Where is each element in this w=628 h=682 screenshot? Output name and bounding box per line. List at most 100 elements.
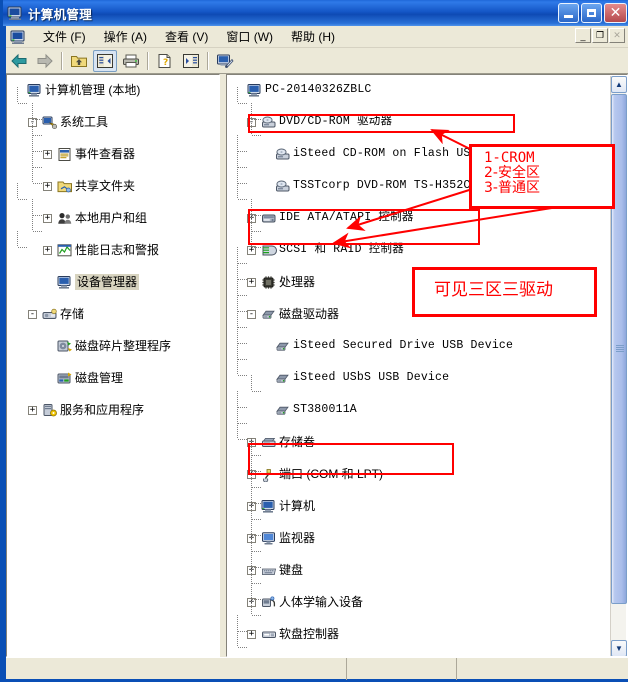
forward-button[interactable] bbox=[33, 50, 57, 72]
print-button[interactable] bbox=[119, 50, 143, 72]
tree-connector bbox=[252, 231, 261, 232]
tree-node[interactable]: 计算机管理 (本地) bbox=[7, 82, 219, 98]
detail-pane-button[interactable] bbox=[179, 50, 203, 72]
scrollbar-grip bbox=[616, 345, 624, 353]
console-tree[interactable]: 计算机管理 (本地)-系统工具+事件查看器+共享文件夹+本地用户和组+性能日志和… bbox=[7, 75, 219, 417]
scroll-up-button[interactable]: ▲ bbox=[611, 76, 627, 93]
back-icon bbox=[11, 53, 27, 68]
tree-connector bbox=[18, 103, 28, 104]
tree-expander-collapse[interactable]: - bbox=[247, 310, 256, 319]
tree-expander-expand[interactable]: + bbox=[43, 214, 52, 223]
tree-node[interactable]: + 性能日志和警报 bbox=[7, 242, 219, 258]
tree-expander-expand[interactable]: + bbox=[43, 150, 52, 159]
tree-node[interactable]: +人体学输入设备 bbox=[227, 594, 627, 610]
shared-folder-icon bbox=[57, 179, 73, 193]
tree-node-label: 磁盘碎片整理程序 bbox=[75, 339, 172, 353]
console-icon bbox=[10, 29, 26, 45]
tree-node-label: 服务和应用程序 bbox=[60, 403, 145, 417]
menu-window[interactable]: 窗口 (W) bbox=[217, 26, 282, 47]
tree-node[interactable]: + 共享文件夹 bbox=[7, 178, 219, 194]
tree-node[interactable]: + 软盘控制器 bbox=[227, 626, 627, 642]
tree-node[interactable]: PC-20140326ZBLC bbox=[227, 82, 627, 98]
menu-view[interactable]: 查看 (V) bbox=[156, 26, 217, 47]
tree-node[interactable]: iSteed CD-ROM on Flash USB Device bbox=[227, 146, 627, 162]
tree-connector bbox=[32, 135, 33, 151]
scan-hardware-button[interactable] bbox=[213, 50, 237, 72]
tree-connector bbox=[238, 279, 247, 280]
close-button[interactable]: ✕ bbox=[604, 3, 627, 23]
tree-node[interactable]: - 存储 bbox=[7, 306, 219, 322]
disk-icon bbox=[275, 371, 291, 385]
mdi-close-button[interactable]: ✕ bbox=[609, 28, 625, 43]
tree-node-label: iSteed USbS USB Device bbox=[293, 371, 450, 384]
up-folder-button[interactable] bbox=[67, 50, 91, 72]
mdi-restore-button[interactable]: ❐ bbox=[592, 28, 608, 43]
tree-node[interactable]: + 事件查看器 bbox=[7, 146, 219, 162]
menu-file[interactable]: 文件 (F) bbox=[34, 26, 95, 47]
back-button[interactable] bbox=[7, 50, 31, 72]
device-tree[interactable]: PC-20140326ZBLC -DVD/CD-ROM 驱动器 iSteed CD-… bbox=[227, 75, 627, 654]
tree-expander-expand[interactable]: + bbox=[247, 278, 256, 287]
tree-expander-expand[interactable]: + bbox=[43, 246, 52, 255]
tree-expander-expand[interactable]: + bbox=[247, 630, 256, 639]
print-icon bbox=[123, 54, 139, 67]
tree-node[interactable]: 设备管理器 bbox=[7, 274, 219, 290]
tree-node[interactable]: +IDE ATA/ATAPI 控制器 bbox=[227, 210, 627, 226]
tree-node[interactable]: 磁盘管理 bbox=[7, 370, 219, 386]
tree-node[interactable]: +存储卷 bbox=[227, 434, 627, 450]
tree-node[interactable]: - 磁盘驱动器 bbox=[227, 306, 627, 322]
tree-node[interactable]: +监视器 bbox=[227, 530, 627, 546]
device-manager-icon bbox=[57, 275, 73, 289]
tree-connector bbox=[32, 103, 33, 119]
show-tree-button[interactable] bbox=[93, 49, 117, 72]
vertical-scrollbar[interactable]: ▲ ▼ bbox=[610, 76, 627, 656]
tree-connector bbox=[251, 199, 252, 215]
tree-node[interactable]: +键盘 bbox=[227, 562, 627, 578]
properties-icon: ? bbox=[158, 53, 171, 68]
mdi-minimize-button[interactable]: _ bbox=[575, 28, 591, 43]
tree-node[interactable]: iSteed Secured Drive USB Device bbox=[227, 338, 627, 354]
maximize-button[interactable] bbox=[581, 3, 602, 23]
scrollbar-thumb[interactable] bbox=[611, 94, 627, 604]
tree-expander-collapse[interactable]: - bbox=[28, 310, 37, 319]
tree-node[interactable]: + SCSI 和 RAID 控制器 bbox=[227, 242, 627, 258]
tree-node-label: IDE ATA/ATAPI 控制器 bbox=[279, 211, 414, 224]
tree-connector bbox=[18, 247, 28, 248]
tree-connector bbox=[251, 231, 252, 247]
tree-node[interactable]: iSteed USbS USB Device bbox=[227, 370, 627, 386]
tree-node[interactable]: 磁盘碎片整理程序 bbox=[7, 338, 219, 354]
tree-connector bbox=[32, 215, 33, 231]
tree-node-label: 系统工具 bbox=[60, 115, 109, 129]
tree-node[interactable]: + 处理器 bbox=[227, 274, 627, 290]
menu-help[interactable]: 帮助 (H) bbox=[282, 26, 344, 47]
tree-node[interactable]: + 本地用户和组 bbox=[7, 210, 219, 226]
svg-text:?: ? bbox=[163, 58, 168, 68]
tree-connector bbox=[251, 215, 252, 231]
minimize-icon bbox=[564, 14, 573, 18]
console-tree-pane[interactable]: 计算机管理 (本地)-系统工具+事件查看器+共享文件夹+本地用户和组+性能日志和… bbox=[6, 74, 220, 657]
tree-expander-expand[interactable]: + bbox=[43, 182, 52, 191]
tree-connector bbox=[237, 423, 238, 439]
tree-node[interactable]: + 服务和应用程序 bbox=[7, 402, 219, 418]
tree-connector bbox=[238, 263, 247, 264]
tree-node[interactable]: ST380011A bbox=[227, 402, 627, 418]
tree-connector bbox=[237, 183, 238, 199]
tree-node[interactable]: -系统工具 bbox=[7, 114, 219, 130]
tree-connector bbox=[238, 295, 247, 296]
tree-node[interactable]: TSSTcorp DVD-ROM TS-H352C bbox=[227, 178, 627, 194]
tree-connector bbox=[32, 167, 33, 183]
toolbar: ? bbox=[6, 48, 628, 74]
scroll-down-button[interactable]: ▼ bbox=[611, 640, 627, 656]
properties-button[interactable]: ? bbox=[153, 50, 177, 72]
tree-node-label: 监视器 bbox=[279, 531, 316, 545]
device-manager-pane[interactable]: PC-20140326ZBLC -DVD/CD-ROM 驱动器 iSteed CD-… bbox=[226, 74, 628, 657]
tree-node[interactable]: +端口 (COM 和 LPT) bbox=[227, 466, 627, 482]
menu-action[interactable]: 操作 (A) bbox=[95, 26, 156, 47]
tree-connector bbox=[251, 583, 252, 599]
tree-node[interactable]: +计算机 bbox=[227, 498, 627, 514]
tree-expander-expand[interactable]: + bbox=[28, 406, 37, 415]
minimize-button[interactable] bbox=[558, 3, 579, 23]
tree-connector bbox=[237, 247, 238, 263]
tree-node-label: SCSI 和 RAID 控制器 bbox=[279, 243, 404, 256]
tree-node[interactable]: -DVD/CD-ROM 驱动器 bbox=[227, 114, 627, 130]
